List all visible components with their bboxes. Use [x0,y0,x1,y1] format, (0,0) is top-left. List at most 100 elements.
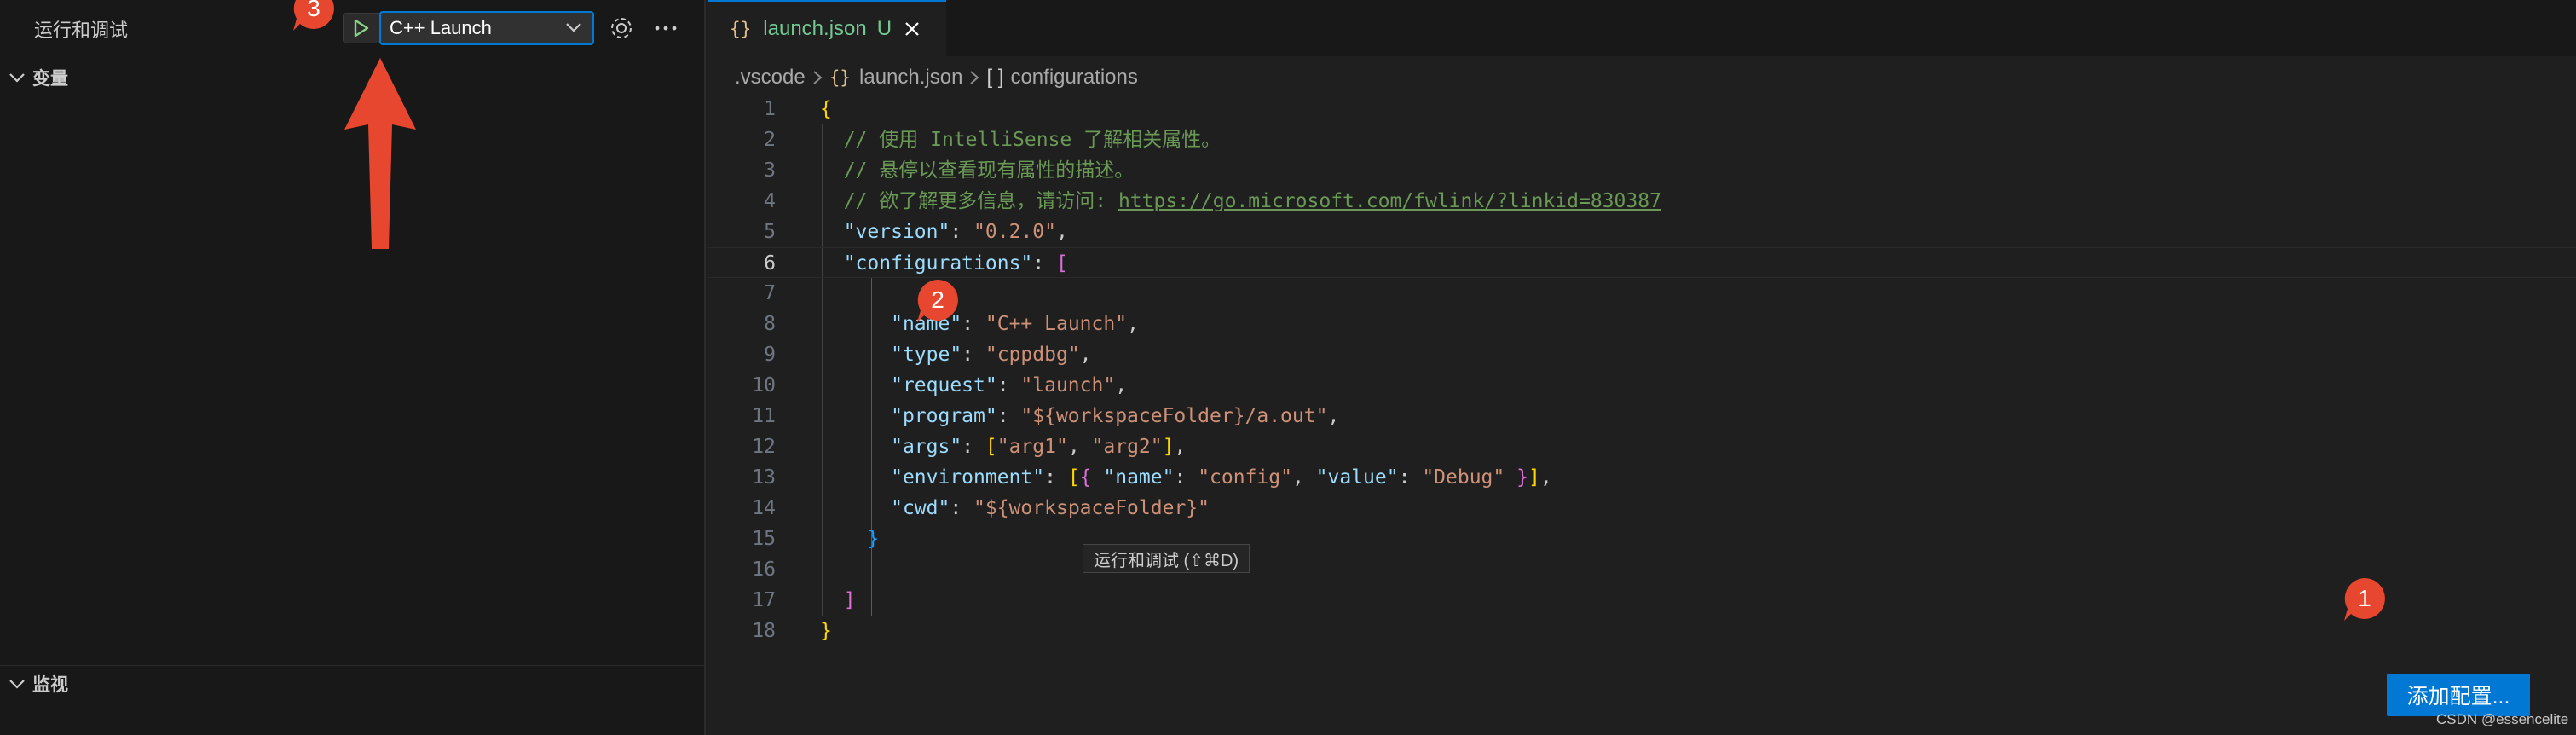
code-line: 16 [708,554,2576,585]
json-file-icon: {} [829,67,852,88]
json-string: "0.2.0" [973,221,1056,243]
line-number: 15 [752,528,776,550]
json-string: "config" [1198,466,1292,489]
json-key: "cwd" [891,497,950,519]
breadcrumb-symbol[interactable]: configurations [1010,66,1137,90]
json-key: "type" [891,344,962,366]
chevron-down-icon [566,23,581,32]
breadcrumb-file[interactable]: launch.json [859,66,962,90]
line-number: 11 [752,405,776,427]
json-string: "launch" [1020,374,1116,396]
watch-section-label: 监视 [32,675,68,695]
json-string: "arg2" [1091,436,1163,458]
code-line: 12 "args": ["arg1", "arg2"], [708,431,2576,462]
annotation-number: 1 [2358,585,2371,611]
code-line-current: 6 "configurations": [ [708,247,2576,278]
play-icon [354,19,369,38]
code-comment: // 欲了解更多信息，请访问: [843,190,1118,212]
json-key: "args" [891,436,962,458]
chevron-right-icon [970,71,979,84]
code-comment: // 使用 IntelliSense 了解相关属性。 [843,129,1222,151]
line-number: 1 [764,98,776,120]
annotation-number: 3 [307,0,321,21]
line-number: 16 [752,558,776,581]
line-number: 2 [764,129,776,151]
line-number: 5 [764,221,776,243]
json-string: "Debug" [1422,466,1505,489]
tooltip: 运行和调试 (⇧⌘D) [1083,544,1250,573]
gear-icon[interactable] [607,14,636,43]
ellipsis-icon[interactable] [651,14,680,43]
chevron-down-icon [9,680,25,689]
watermark: CSDN @essencelite [2436,711,2569,727]
variables-section-label: 变量 [32,69,68,89]
json-key: "name" [1103,466,1175,489]
code-line: 3 // 悬停以查看现有属性的描述。 [708,155,2576,186]
line-number: 6 [764,252,776,275]
line-number: 13 [752,466,776,489]
json-string: "C++ Launch" [985,313,1128,335]
start-debugging-button[interactable] [343,13,380,43]
breadcrumb: .vscode {} launch.json [ ] configuration… [735,63,1138,92]
json-string: "arg1" [996,436,1068,458]
json-string: "${workspaceFolder}/a.out" [1020,405,1328,427]
tab-bar: {} launch.json U [708,0,2576,56]
watch-section-header[interactable]: 监视 [9,671,68,697]
json-file-icon: {} [730,19,752,39]
json-key: "version" [843,221,950,243]
line-number: 18 [752,620,776,642]
debug-config-select[interactable]: C++ Launch [379,11,594,45]
code-line: 17 ] [708,585,2576,616]
json-key: "environment" [891,466,1045,489]
code-comment: // 悬停以查看现有属性的描述。 [843,159,1135,182]
annotation-marker-2: 2 [914,276,962,324]
panel-title: 运行和调试 [34,20,129,41]
code-line: 9 "type": "cppdbg", [708,339,2576,370]
selected-config-label: C++ Launch [390,17,492,38]
line-number: 8 [764,313,776,335]
section-divider [0,665,704,666]
json-key: "configurations" [843,252,1033,275]
code-line: 7 [708,278,2576,309]
line-number: 17 [752,589,776,611]
tab-launch-json[interactable]: {} launch.json U [708,0,946,56]
editor-area: {} launch.json U .vscode {} launch.json … [708,0,2576,735]
line-number: 10 [752,374,776,396]
annotation-marker-1: 1 [2341,575,2388,622]
code-token: { [820,98,832,120]
docs-link[interactable]: https://go.microsoft.com/fwlink/?linkid=… [1118,190,1661,212]
close-icon[interactable] [904,20,921,38]
add-configuration-button[interactable]: 添加配置... [2387,674,2530,716]
code-line: 13 "environment": [{ "name": "config", "… [708,462,2576,493]
line-number: 3 [764,159,776,182]
json-key: "program" [891,405,997,427]
chevron-right-icon [813,71,823,84]
line-number: 4 [764,190,776,212]
annotation-number: 2 [931,286,944,313]
code-line: 14 "cwd": "${workspaceFolder}" [708,493,2576,524]
untracked-badge: U [876,17,892,40]
json-key: "request" [891,374,997,396]
tab-filename: launch.json [763,17,867,40]
json-key: "value" [1315,466,1399,489]
chevron-down-icon [9,73,25,83]
code-line: 11 "program": "${workspaceFolder}/a.out"… [708,401,2576,431]
code-editor[interactable]: 1{ 2 // 使用 IntelliSense 了解相关属性。 3 // 悬停以… [708,94,2576,646]
code-line: 5 "version": "0.2.0", [708,217,2576,247]
breadcrumb-folder[interactable]: .vscode [735,66,806,90]
code-line: 4 // 欲了解更多信息，请访问: https://go.microsoft.c… [708,186,2576,217]
code-line: 2 // 使用 IntelliSense 了解相关属性。 [708,124,2576,155]
arrow-up-icon [344,58,416,249]
line-number: 14 [752,497,776,519]
code-line: 8 "name": "C++ Launch", [708,309,2576,339]
run-and-debug-panel: 运行和调试 C++ Launch 变量 监视 3 [0,0,706,735]
json-string: "${workspaceFolder}" [973,497,1210,519]
code-line: 1{ [708,94,2576,124]
code-line: 15 } [708,524,2576,554]
code-line: 18} [708,616,2576,646]
array-symbol-icon: [ ] [986,66,1004,89]
code-line: 10 "request": "launch", [708,370,2576,401]
annotation-marker-3: 3 [290,0,338,32]
variables-section-header[interactable]: 变量 [9,65,68,90]
json-string: "cppdbg" [985,344,1080,366]
